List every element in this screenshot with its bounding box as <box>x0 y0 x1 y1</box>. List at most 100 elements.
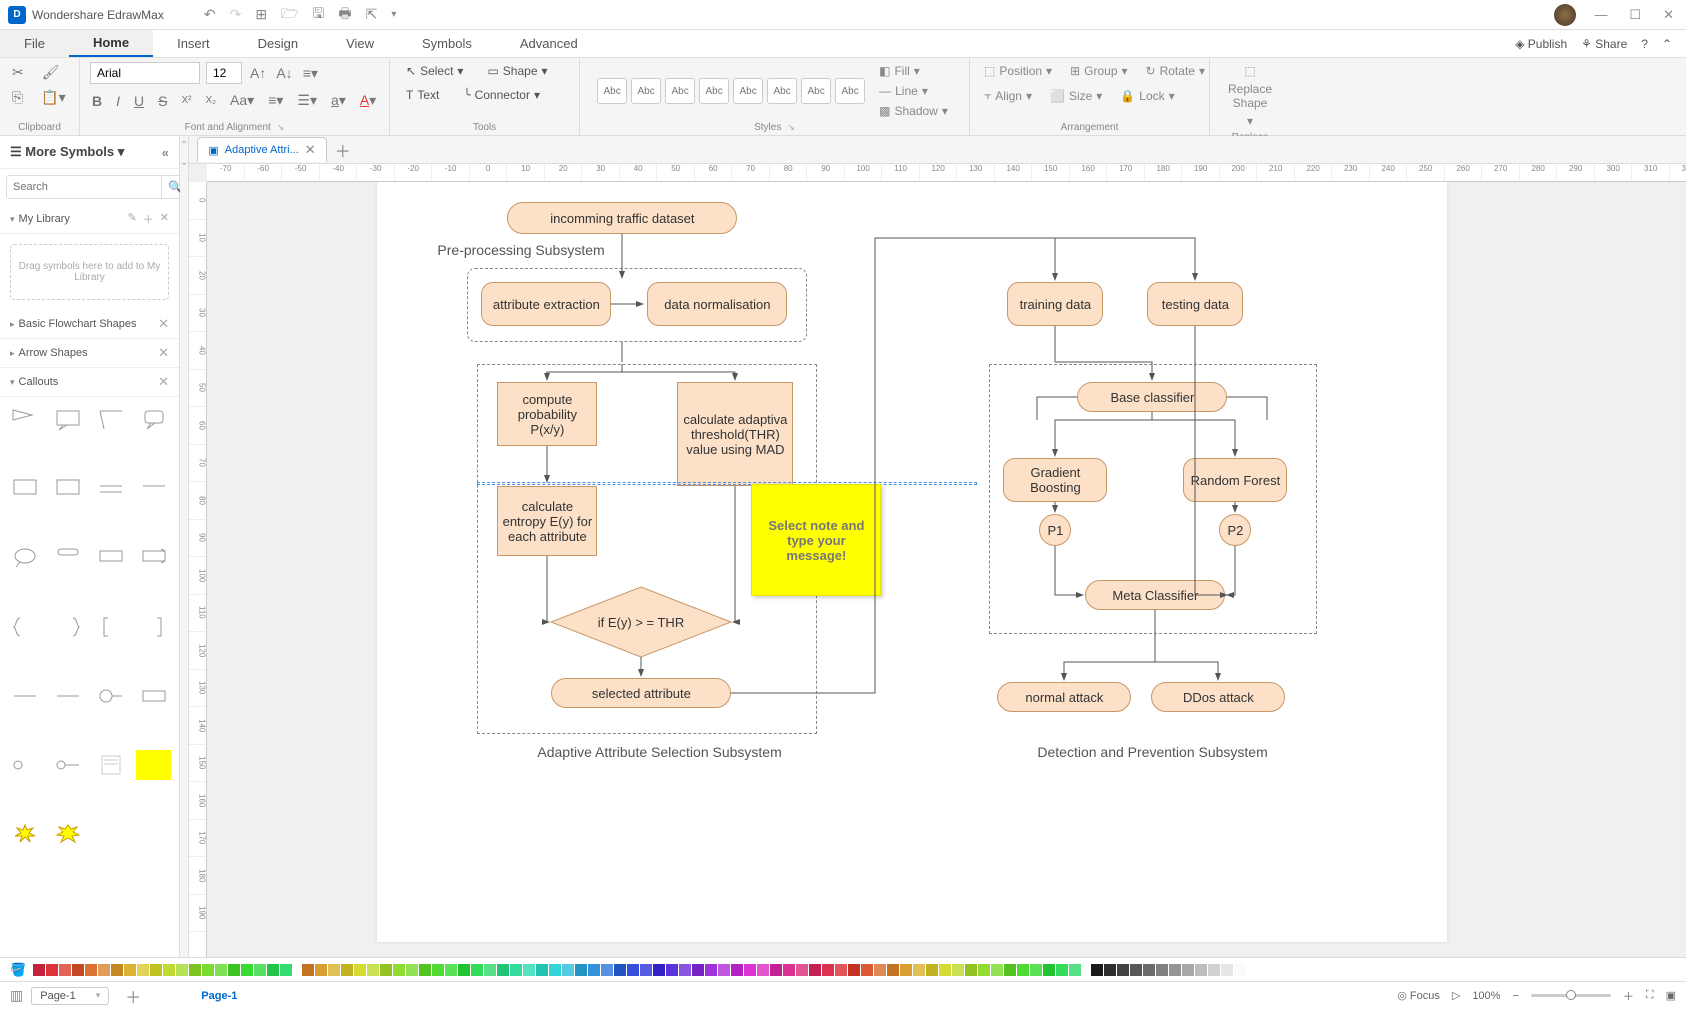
color-swatch[interactable] <box>163 964 175 976</box>
color-swatch[interactable] <box>419 964 431 976</box>
export-icon[interactable]: ⇱ <box>366 6 378 23</box>
color-swatch[interactable] <box>458 964 470 976</box>
color-swatch[interactable] <box>523 964 535 976</box>
color-swatch[interactable] <box>1091 964 1103 976</box>
callouts-section[interactable]: ▾Callouts✕ <box>0 368 179 397</box>
sticky-note[interactable]: Select note and type your message! <box>751 484 881 596</box>
color-swatch[interactable] <box>861 964 873 976</box>
copy-icon[interactable]: ⎘ <box>10 87 25 108</box>
color-swatch[interactable] <box>978 964 990 976</box>
style-preset-2[interactable]: Abc <box>631 78 661 104</box>
callout-note[interactable] <box>94 750 129 780</box>
callout-shape[interactable] <box>136 405 171 435</box>
menu-symbols[interactable]: Symbols <box>398 30 496 57</box>
superscript-icon[interactable]: X² <box>179 93 193 108</box>
page-selector[interactable]: Page-1▾ <box>31 987 109 1005</box>
node-meta-classifier[interactable]: Meta Classifier <box>1085 580 1225 610</box>
node-training-data[interactable]: training data <box>1007 282 1103 326</box>
qat-more-icon[interactable]: ▾ <box>391 9 396 20</box>
zoom-up-icon[interactable]: ⌃ <box>180 140 188 151</box>
color-swatch[interactable] <box>302 964 314 976</box>
color-swatch[interactable] <box>575 964 587 976</box>
position-button[interactable]: ⬚ Position▾ <box>980 62 1056 80</box>
color-swatch[interactable] <box>189 964 201 976</box>
callout-shape[interactable] <box>51 474 86 504</box>
close-window-icon[interactable]: ✕ <box>1659 7 1678 23</box>
style-preset-5[interactable]: Abc <box>733 78 763 104</box>
increase-font-icon[interactable]: A↑ <box>248 63 268 83</box>
decrease-font-icon[interactable]: A↓ <box>274 63 294 83</box>
callout-shape[interactable] <box>8 750 43 780</box>
callout-shape[interactable] <box>94 474 129 504</box>
color-swatch[interactable] <box>679 964 691 976</box>
sidebar-collapse-icon[interactable]: « <box>162 145 169 160</box>
zoom-slider[interactable] <box>1531 994 1611 997</box>
color-swatch[interactable] <box>835 964 847 976</box>
case-icon[interactable]: Aa▾ <box>228 90 256 111</box>
color-swatch[interactable] <box>215 964 227 976</box>
callout-shape[interactable] <box>8 474 43 504</box>
font-name-select[interactable] <box>90 62 200 84</box>
callout-shape[interactable] <box>51 405 86 435</box>
redo-icon[interactable]: ↷ <box>230 6 242 23</box>
color-swatch[interactable] <box>254 964 266 976</box>
underline-icon[interactable]: U <box>132 91 146 111</box>
zoom-out-icon[interactable]: − <box>1512 990 1518 1002</box>
basic-flowchart-section[interactable]: ▸Basic Flowchart Shapes✕ <box>0 310 179 339</box>
color-swatch[interactable] <box>124 964 136 976</box>
symbol-search-input[interactable] <box>6 175 162 199</box>
color-swatch[interactable] <box>562 964 574 976</box>
color-swatch[interactable] <box>111 964 123 976</box>
color-swatch[interactable] <box>33 964 45 976</box>
lib-close-icon[interactable]: ✕ <box>160 211 169 227</box>
color-swatch[interactable] <box>380 964 392 976</box>
menu-design[interactable]: Design <box>234 30 322 57</box>
node-normal-attack[interactable]: normal attack <box>997 682 1131 712</box>
color-swatch[interactable] <box>280 964 292 976</box>
menu-insert[interactable]: Insert <box>153 30 234 57</box>
subscript-icon[interactable]: X₂ <box>203 93 218 108</box>
color-swatch[interactable] <box>796 964 808 976</box>
document-tab[interactable]: ▣ Adaptive Attri... ✕ <box>197 137 326 162</box>
color-swatch[interactable] <box>601 964 613 976</box>
callout-stamp[interactable] <box>8 888 43 918</box>
callout-line[interactable] <box>8 681 43 711</box>
color-swatch[interactable] <box>393 964 405 976</box>
color-swatch[interactable] <box>241 964 253 976</box>
styles-expand-icon[interactable]: ↘ <box>787 122 795 133</box>
bold-icon[interactable]: B <box>90 91 104 111</box>
color-swatch[interactable] <box>1117 964 1129 976</box>
publish-button[interactable]: ◈ Publish <box>1515 37 1567 51</box>
color-swatch[interactable] <box>1143 964 1155 976</box>
color-swatch[interactable] <box>59 964 71 976</box>
highlight-icon[interactable]: a▾ <box>329 90 348 111</box>
color-swatch[interactable] <box>640 964 652 976</box>
color-swatch[interactable] <box>315 964 327 976</box>
color-swatch[interactable] <box>354 964 366 976</box>
color-swatch[interactable] <box>549 964 561 976</box>
focus-mode-button[interactable]: ◎ Focus <box>1397 989 1440 1002</box>
canvas[interactable]: incomming traffic dataset Pre-processing… <box>207 182 1686 957</box>
color-swatch[interactable] <box>744 964 756 976</box>
node-random-forest[interactable]: Random Forest <box>1183 458 1287 502</box>
color-swatch[interactable] <box>150 964 162 976</box>
callout-line[interactable] <box>51 681 86 711</box>
shape-tool[interactable]: ▭ Shape ▾ <box>481 62 553 80</box>
new-icon[interactable]: ⊞ <box>255 6 267 23</box>
color-swatch[interactable] <box>1234 964 1246 976</box>
color-swatch[interactable] <box>432 964 444 976</box>
color-swatch[interactable] <box>991 964 1003 976</box>
callout-shape[interactable] <box>94 543 129 573</box>
color-swatch[interactable] <box>267 964 279 976</box>
callout-brace-left[interactable] <box>8 612 43 642</box>
color-swatch[interactable] <box>822 964 834 976</box>
open-icon[interactable]: 🗁 <box>281 3 298 27</box>
print-icon[interactable]: 🖶 <box>338 3 351 27</box>
color-swatch[interactable] <box>653 964 665 976</box>
shadow-button[interactable]: ▩ Shadow ▾ <box>875 102 952 120</box>
style-preset-1[interactable]: Abc <box>597 78 627 104</box>
callout-burst[interactable] <box>51 819 86 849</box>
node-attribute-extraction[interactable]: attribute extraction <box>481 282 611 326</box>
color-swatch[interactable] <box>445 964 457 976</box>
arrow-shapes-section[interactable]: ▸Arrow Shapes✕ <box>0 339 179 368</box>
